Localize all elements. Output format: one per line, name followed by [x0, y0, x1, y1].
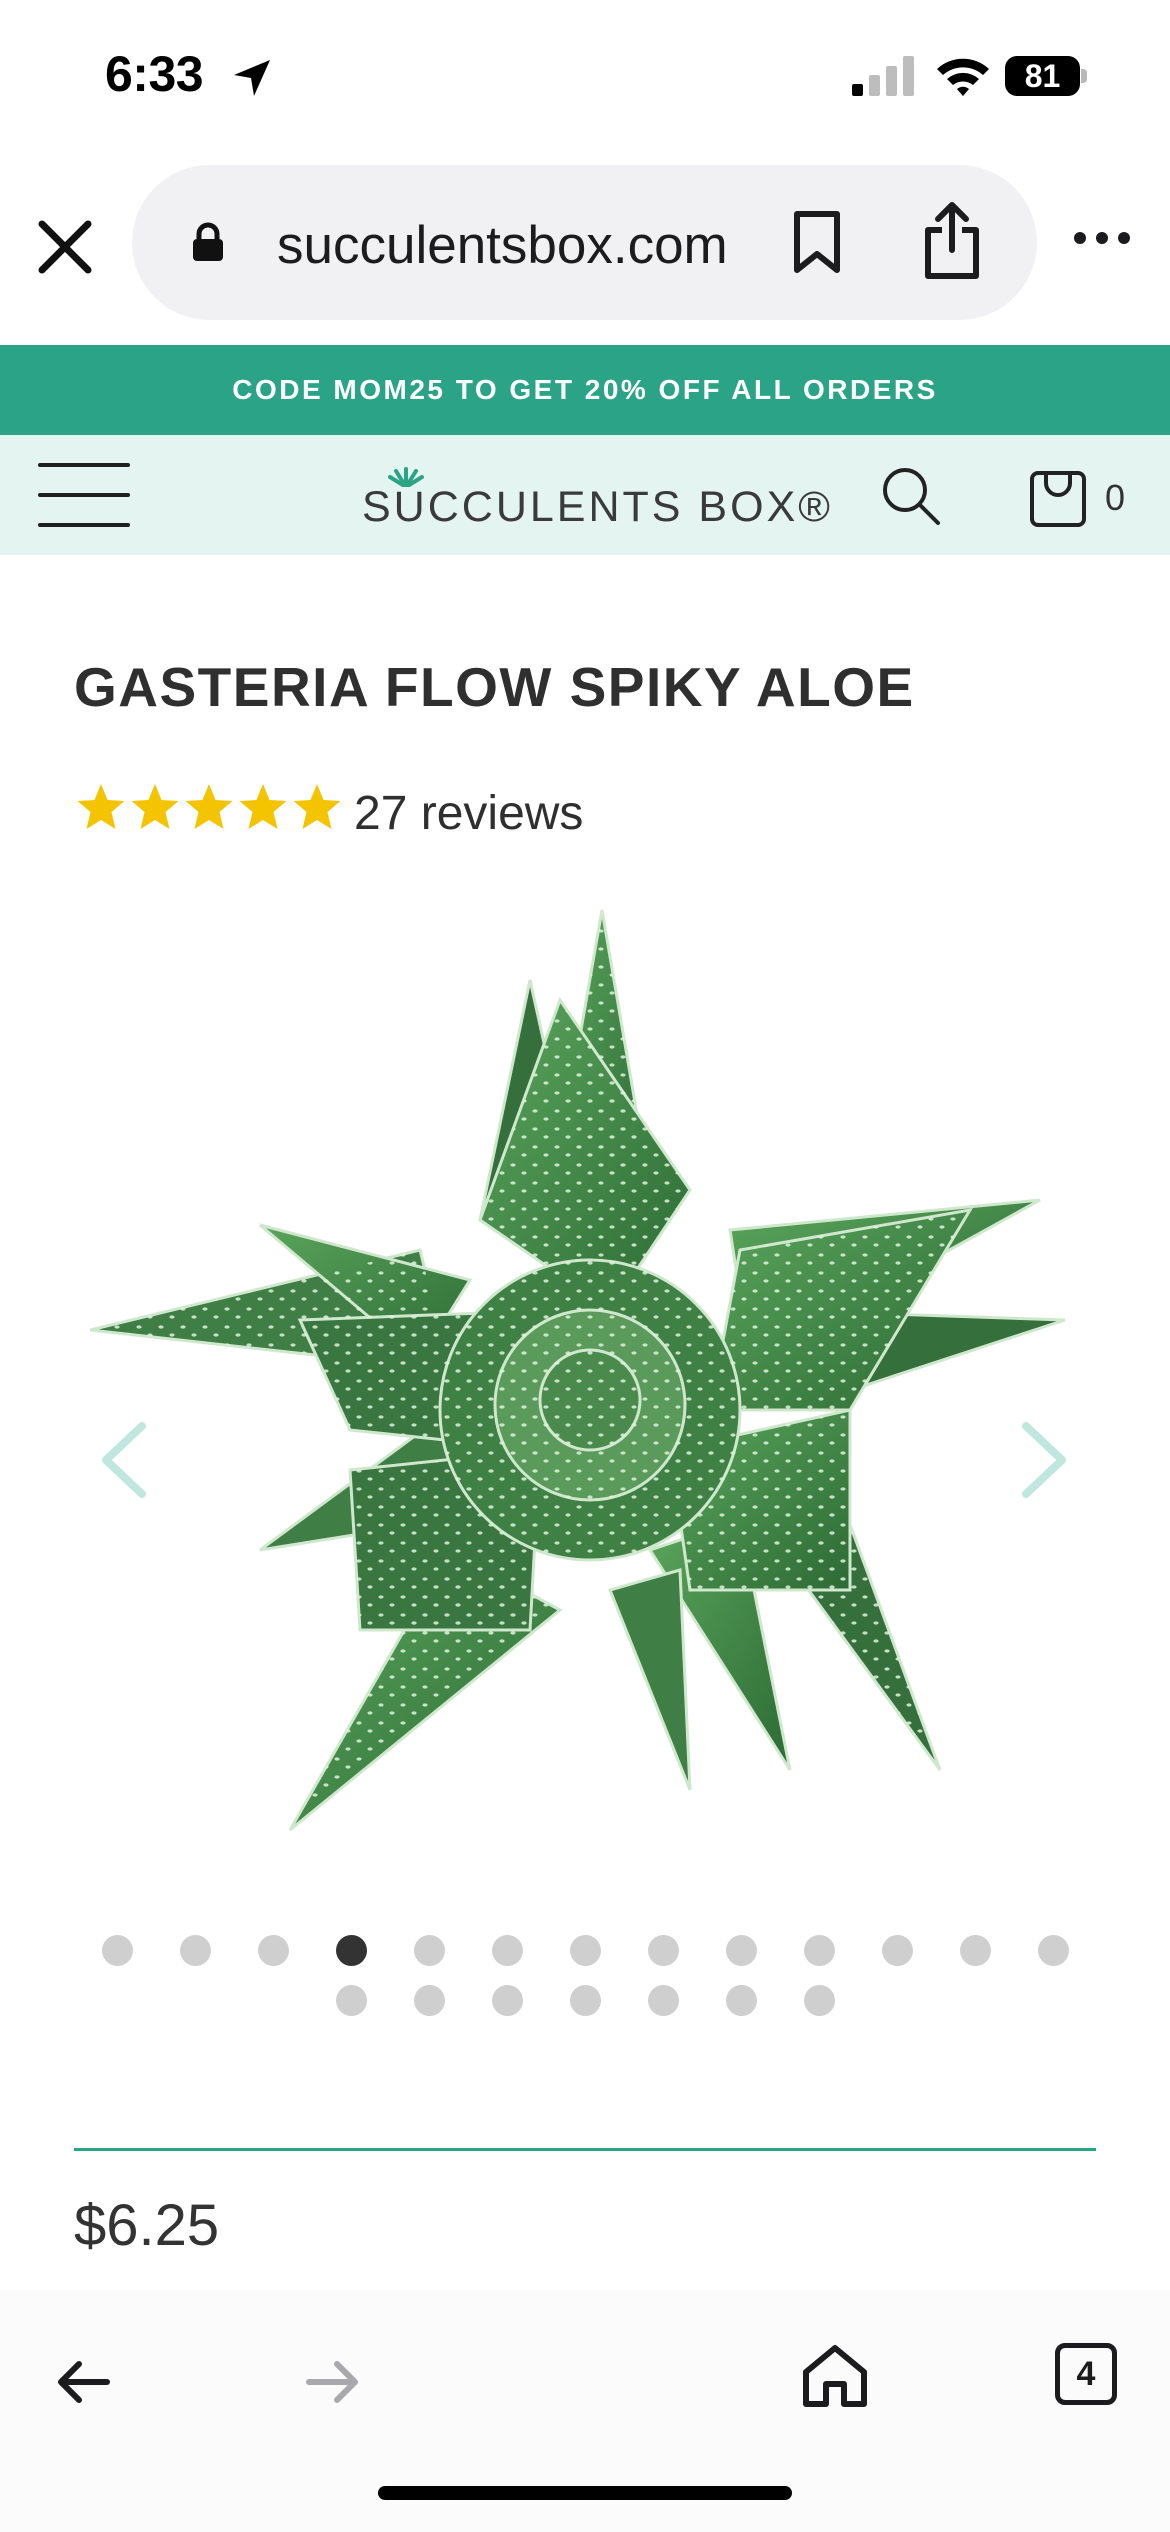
product-price: $6.25	[74, 2193, 220, 2258]
five-star-rating-icon	[77, 784, 341, 829]
carousel-dot[interactable]	[101, 1935, 133, 1966]
search-icon[interactable]	[880, 465, 942, 527]
more-options-icon[interactable]	[1072, 230, 1132, 246]
bookmark-icon[interactable]	[792, 210, 842, 274]
carousel-dot[interactable]	[569, 1935, 601, 1966]
previous-image-arrow-icon[interactable]	[98, 1420, 148, 1500]
carousel-dot[interactable]	[803, 1985, 835, 2016]
url-text: succulentsbox.com	[277, 216, 728, 275]
status-bar: 6:33 81	[0, 0, 1170, 150]
battery-indicator: 81	[1005, 56, 1087, 96]
divider	[74, 2148, 1096, 2151]
back-arrow-icon[interactable]	[55, 2360, 111, 2404]
promo-banner[interactable]: CODE MOM25 TO GET 20% OFF ALL ORDERS	[0, 345, 1170, 435]
cart-count: 0	[1105, 477, 1126, 518]
carousel-dot[interactable]	[959, 1935, 991, 1966]
carousel-dot[interactable]	[647, 1985, 679, 2016]
carousel-dot[interactable]	[335, 1985, 367, 2016]
browser-address-bar: succulentsbox.com	[0, 160, 1170, 330]
carousel-dot[interactable]	[1037, 1935, 1069, 1966]
product-title: GASTERIA FLOW SPIKY ALOE	[74, 656, 915, 718]
battery-cap	[1081, 69, 1087, 83]
home-indicator[interactable]	[378, 2486, 792, 2500]
carousel-dot[interactable]	[491, 1985, 523, 2016]
product-image	[90, 909, 1066, 1832]
carousel-dot[interactable]	[179, 1935, 211, 1966]
cellular-signal-icon	[852, 56, 914, 96]
url-field[interactable]: succulentsbox.com	[132, 165, 1037, 320]
carousel-dot[interactable]	[803, 1935, 835, 1966]
carousel-dot[interactable]	[413, 1935, 445, 1966]
reviews-count: 27 reviews	[354, 787, 584, 840]
carousel-dot[interactable]	[569, 1985, 601, 2016]
next-image-arrow-icon[interactable]	[1020, 1420, 1070, 1500]
cart-icon[interactable]	[1028, 463, 1088, 529]
battery-level: 81	[1005, 56, 1080, 96]
home-icon[interactable]	[800, 2342, 870, 2410]
close-icon[interactable]	[36, 218, 94, 276]
logo-text: SUCCULENTS BOX®	[362, 483, 833, 531]
location-arrow-icon	[234, 60, 270, 96]
tabs-count-button[interactable]: 4	[1055, 2343, 1117, 2405]
carousel-dot[interactable]	[335, 1935, 367, 1966]
product-image-carousel[interactable]	[0, 880, 1170, 1880]
site-header: SUCCULENTS BOX® 0	[0, 435, 1170, 555]
carousel-dot[interactable]	[647, 1935, 679, 1966]
carousel-dot[interactable]	[491, 1935, 523, 1966]
wifi-icon	[937, 58, 989, 96]
forward-arrow-icon[interactable]	[305, 2360, 361, 2404]
status-time: 6:33	[105, 46, 204, 102]
carousel-dot[interactable]	[881, 1935, 913, 1966]
menu-icon[interactable]	[38, 463, 130, 527]
carousel-dot[interactable]	[257, 1935, 289, 1966]
carousel-dot[interactable]	[725, 1985, 757, 2016]
share-icon[interactable]	[922, 200, 982, 280]
lock-icon	[193, 222, 223, 261]
carousel-dot[interactable]	[413, 1985, 445, 2016]
carousel-dot[interactable]	[725, 1935, 757, 1966]
